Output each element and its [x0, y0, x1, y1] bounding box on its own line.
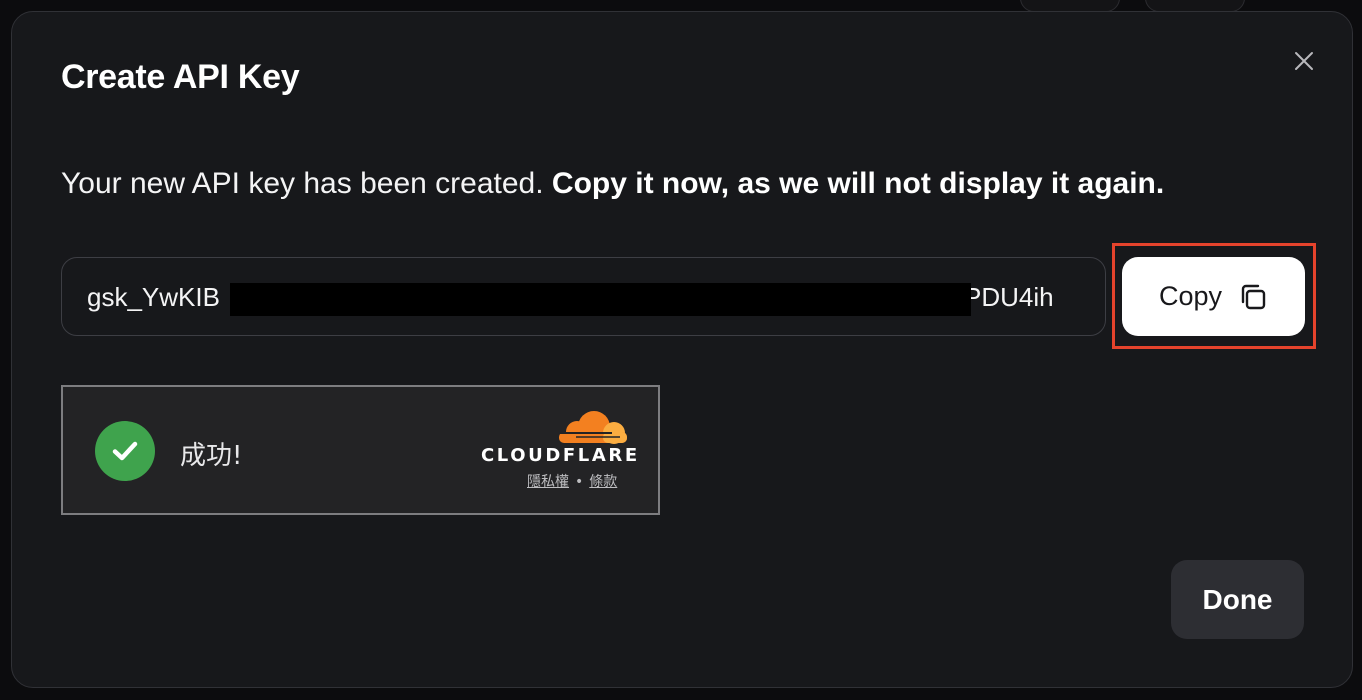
redaction-bar — [230, 283, 971, 316]
cloudflare-links: 隱私權 • 條款 — [527, 471, 617, 491]
success-check-icon — [95, 421, 155, 481]
cloudflare-turnstile-widget: 成功! CLOUDFLARE 隱私權 • 條款 — [61, 385, 660, 515]
dialog-description: Your new API key has been created. Copy … — [61, 167, 1164, 201]
dialog-title: Create API Key — [61, 58, 300, 96]
create-api-key-dialog: Create API Key Your new API key has been… — [11, 11, 1353, 688]
description-warning: Copy it now, as we will not display it a… — [551, 167, 1165, 200]
api-key-field[interactable]: gsk_YwKIB PDU4ih — [61, 257, 1106, 336]
cloudflare-logo-icon — [559, 411, 627, 444]
copy-icon — [1241, 284, 1266, 309]
verification-status: 成功! — [180, 441, 243, 471]
close-button[interactable] — [1288, 45, 1320, 77]
cloudflare-wordmark: CLOUDFLARE — [481, 445, 640, 466]
privacy-link[interactable]: 隱私權 — [527, 474, 569, 490]
api-key-prefix: gsk_YwKIB — [87, 282, 220, 312]
copy-button[interactable]: Copy — [1122, 257, 1305, 336]
close-icon — [1295, 52, 1313, 70]
description-text: Your new API key has been created. — [61, 167, 544, 200]
terms-link[interactable]: 條款 — [589, 474, 617, 490]
link-separator: • — [575, 474, 584, 490]
api-key-suffix: PDU4ih — [964, 282, 1054, 312]
copy-button-label: Copy — [1158, 281, 1223, 311]
done-button[interactable]: Done — [1171, 560, 1304, 639]
